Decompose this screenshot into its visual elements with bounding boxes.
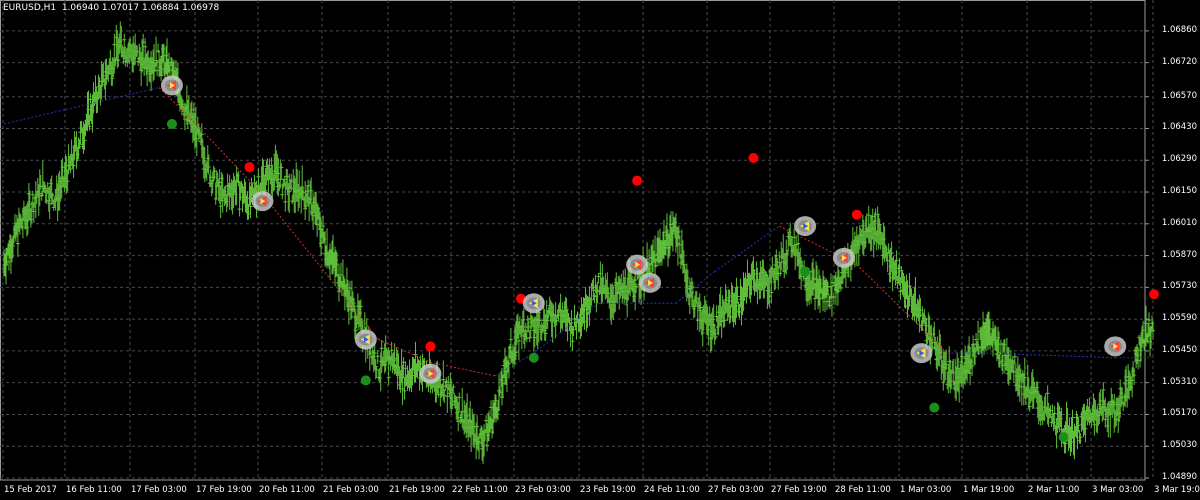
price-tick-label: 1.05450 xyxy=(1161,344,1197,355)
price-chart[interactable] xyxy=(0,0,1200,500)
zigzag-line xyxy=(3,87,160,125)
signal-marker-sell xyxy=(160,75,183,96)
price-tick-label: 1.06010 xyxy=(1161,217,1197,228)
price-tick-label: 1.05870 xyxy=(1161,249,1197,260)
time-tick-label: 22 Feb 11:00 xyxy=(452,485,508,495)
time-tick-label: 3 Mar 19:00 xyxy=(1154,485,1200,495)
trough-marker xyxy=(1058,432,1069,443)
chart-title: EURUSD,H1 1.06940 1.07017 1.06884 1.0697… xyxy=(3,3,220,13)
chart-window[interactable]: EURUSD,H1 1.06940 1.07017 1.06884 1.0697… xyxy=(0,0,1200,500)
signal-marker-sell xyxy=(1104,336,1127,357)
trough-marker xyxy=(360,375,371,386)
trough-marker xyxy=(800,266,811,277)
time-tick-label: 27 Feb 19:00 xyxy=(771,485,827,495)
peak-marker xyxy=(748,152,759,163)
signal-marker-sell xyxy=(639,272,662,293)
time-tick-label: 3 Mar 03:00 xyxy=(1092,485,1144,495)
time-tick-label: 17 Feb 19:00 xyxy=(196,485,252,495)
time-tick-label: 27 Feb 03:00 xyxy=(708,485,764,495)
price-tick-label: 1.05030 xyxy=(1161,440,1197,451)
peak-marker xyxy=(425,341,436,352)
price-tick-label: 1.06720 xyxy=(1161,56,1197,67)
time-tick-label: 15 Feb 2017 xyxy=(4,485,57,495)
price-tick-label: 1.06860 xyxy=(1161,24,1197,35)
price-tick-label: 1.06430 xyxy=(1161,122,1197,133)
price-tick-label: 1.05730 xyxy=(1161,281,1197,292)
peak-marker xyxy=(244,162,255,173)
signal-marker-buy xyxy=(794,216,817,237)
price-tick-label: 1.06570 xyxy=(1161,90,1197,101)
signal-marker-sell xyxy=(251,191,274,212)
price-tick-label: 1.05170 xyxy=(1161,408,1197,419)
time-tick-label: 1 Mar 19:00 xyxy=(963,485,1015,495)
time-tick-label: 28 Feb 11:00 xyxy=(835,485,891,495)
price-tick-label: 1.06290 xyxy=(1161,154,1197,165)
peak-marker xyxy=(851,209,862,220)
price-tick-label: 1.05310 xyxy=(1161,376,1197,387)
signal-marker-sell xyxy=(832,247,855,268)
price-tick-label: 1.05590 xyxy=(1161,313,1197,324)
time-tick-label: 16 Feb 11:00 xyxy=(66,485,122,495)
signal-marker-sell xyxy=(626,254,649,275)
time-tick-label: 1 Mar 03:00 xyxy=(900,485,952,495)
time-tick-label: 21 Feb 19:00 xyxy=(389,485,445,495)
signal-marker-buy xyxy=(910,343,933,364)
price-tick-label: 1.04890 xyxy=(1161,472,1197,482)
trough-marker xyxy=(929,402,940,413)
trough-marker xyxy=(166,118,177,129)
peak-marker xyxy=(632,175,643,186)
signal-marker-sell xyxy=(419,363,442,384)
trough-marker xyxy=(528,352,539,363)
time-tick-label: 20 Feb 11:00 xyxy=(259,485,315,495)
time-tick-label: 23 Feb 03:00 xyxy=(515,485,571,495)
time-tick-label: 2 Mar 11:00 xyxy=(1028,485,1080,495)
time-tick-label: 21 Feb 03:00 xyxy=(323,485,379,495)
signal-marker-buy xyxy=(522,293,545,314)
time-tick-label: 17 Feb 03:00 xyxy=(131,485,187,495)
signal-marker-buy xyxy=(354,329,377,350)
time-tick-label: 23 Feb 19:00 xyxy=(580,485,636,495)
price-tick-label: 1.06150 xyxy=(1161,186,1197,197)
time-tick-label: 24 Feb 11:00 xyxy=(644,485,700,495)
